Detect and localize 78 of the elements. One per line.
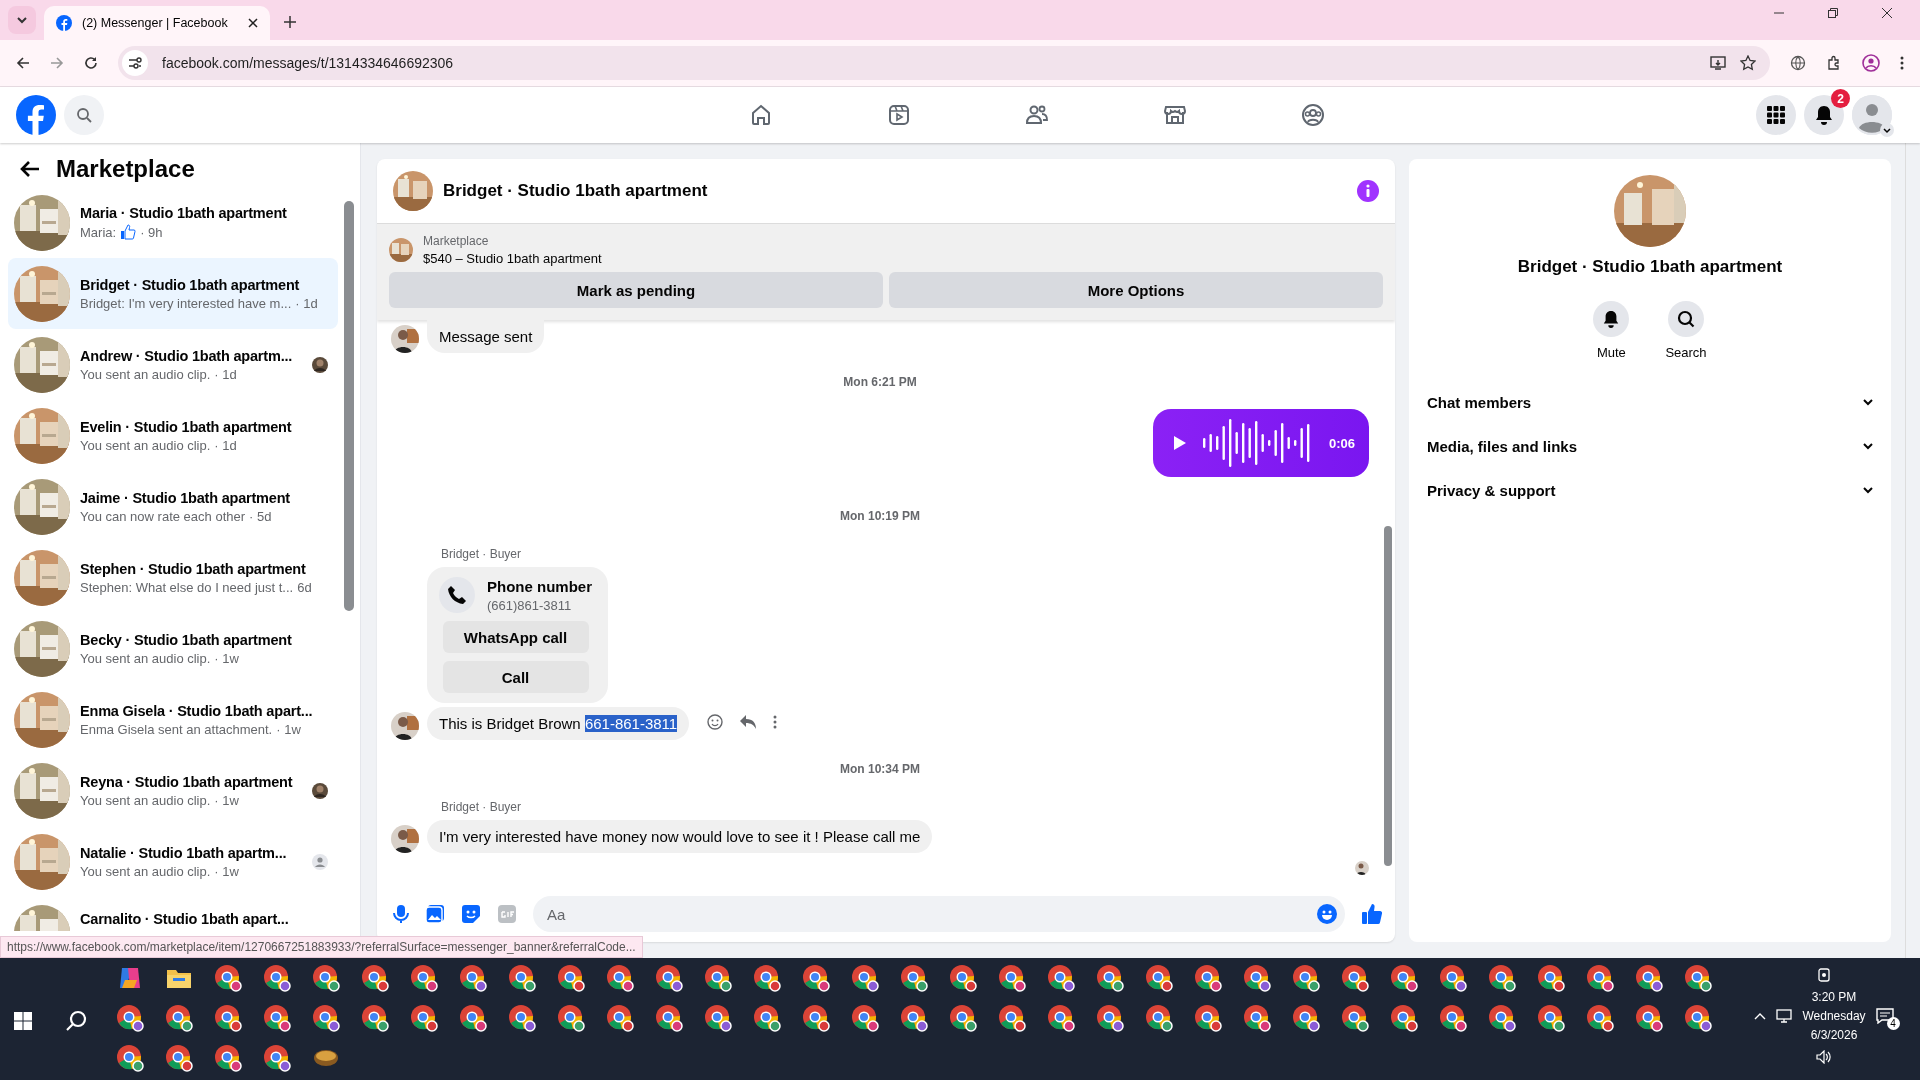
notification-badge: 2: [1831, 89, 1850, 108]
message-preview: You sent an audio clip.: [80, 863, 211, 879]
message-time: · 1d: [214, 437, 237, 453]
message-preview: Stephen: What else do I need just t...: [80, 579, 294, 595]
conversation-item[interactable]: Maria · Studio 1bath apartment Maria: · 9h: [8, 187, 338, 258]
conversation-item[interactable]: Andrew · Studio 1bath apartm... You sent an audio clip. · 1d: [8, 329, 338, 400]
message-time: 6d: [297, 579, 312, 595]
sender-label: Bridget · Buyer: [440, 799, 523, 816]
call-button[interactable]: WhatsApp call: [442, 621, 589, 653]
conversation-title: Enma Gisela · Studio 1bath apart...: [80, 702, 314, 719]
clock-time[interactable]: 3:20 PM: [1811, 990, 1857, 1004]
notification-count: 4: [1886, 1017, 1900, 1030]
clock-date[interactable]: 6/3/2026: [1810, 1028, 1858, 1042]
action-label: Mute: [1596, 345, 1626, 360]
conversation-title: Becky · Studio 1bath apartment: [80, 631, 293, 648]
conversation-title: Reyna · Studio 1bath apartment: [80, 773, 294, 790]
clock-day[interactable]: Wednesday: [1802, 1009, 1866, 1023]
section-header[interactable]: Privacy & support: [1409, 468, 1891, 512]
message-preview: You sent an audio clip.: [80, 792, 211, 808]
audio-message[interactable]: 0:06: [1152, 409, 1369, 477]
url-text: facebook.com/messages/t/1314334646692306: [162, 55, 454, 71]
conversation-title: Carnalito · Studio 1bath apart...: [80, 911, 290, 927]
message-preview: You sent an audio clip.: [80, 437, 211, 453]
conversation-item[interactable]: Enma Gisela · Studio 1bath apart... Enma Gisela sent an attachment. · 1w: [8, 684, 338, 755]
conversation-title: Jaime · Studio 1bath apartment: [80, 489, 291, 506]
message-bubble: I'm very interested have money now would love to see it ! Please call me: [427, 820, 933, 853]
message-bubble: Message sent: [427, 320, 545, 353]
message-preview: Maria:: [80, 224, 117, 240]
conversation-title: Evelin · Studio 1bath apartment: [80, 418, 293, 435]
call-button[interactable]: Call: [442, 661, 589, 693]
conversation-title: Natalie · Studio 1bath apartm...: [80, 844, 288, 861]
message-preview: You sent an audio clip.: [80, 366, 211, 382]
sender-label: Bridget · Buyer: [440, 546, 523, 563]
listing-label: Marketplace: [423, 234, 490, 248]
listing-action-button[interactable]: More Options: [889, 272, 1383, 308]
audio-duration: 0:06: [1328, 435, 1355, 451]
conversation-item[interactable]: Becky · Studio 1bath apartment You sent an audio clip. · 1w: [8, 613, 338, 684]
conversation-title: Bridget · Studio 1bath apartment: [80, 276, 301, 293]
conversation-title: Maria · Studio 1bath apartment: [80, 205, 288, 221]
address-field[interactable]: facebook.com/messages/t/1314334646692306: [118, 46, 1770, 80]
message-preview: Bridget: I'm very interested have m...: [80, 295, 292, 311]
listing-action-button[interactable]: Mark as pending: [389, 272, 883, 308]
conversation-title: Stephen · Studio 1bath apartment: [80, 560, 307, 577]
message-bubble: This is Bridget Brown 661-861-3811: [427, 707, 690, 740]
conversation-item[interactable]: Stephen · Studio 1bath apartment Stephen: What else do I need just t... 6d: [8, 542, 338, 613]
section-header[interactable]: Media, files and links: [1409, 424, 1891, 468]
message-preview: You sent an audio clip.: [80, 650, 211, 666]
browser-tab[interactable]: (2) Messenger | Facebook: [44, 6, 270, 40]
conversation-item[interactable]: Natalie · Studio 1bath apartm... You sent an audio clip. · 1w: [8, 826, 338, 897]
conversation-title: Andrew · Studio 1bath apartm...: [80, 347, 294, 364]
sidebar-title: Marketplace: [56, 155, 195, 183]
contact-title: Phone number: [487, 577, 592, 595]
message-time: · 9h: [140, 224, 163, 240]
conversation-item[interactable]: Evelin · Studio 1bath apartment You sent an audio clip. · 1d: [8, 400, 338, 471]
conversation-item[interactable]: Jaime · Studio 1bath apartment You can now rate each other · 5d: [8, 471, 338, 542]
tab-title: (2) Messenger | Facebook: [82, 16, 229, 30]
message-preview: Enma Gisela sent an attachment.: [80, 721, 273, 737]
listing-title[interactable]: $540 – Studio 1bath apartment: [423, 251, 602, 266]
message-time: · 1w: [276, 721, 301, 737]
conversation-item[interactable]: Reyna · Studio 1bath apartment You sent an audio clip. · 1w: [8, 755, 338, 826]
timestamp: Mon 10:34 PM: [839, 761, 921, 778]
phone-number: (661)861-3811: [487, 597, 573, 613]
message-time: · 1w: [214, 650, 239, 666]
message-time: · 1w: [214, 792, 239, 808]
action-label: Search: [1665, 345, 1707, 360]
timestamp: Mon 10:19 PM: [839, 508, 921, 525]
contact-name: Bridget · Studio 1bath apartment: [1517, 257, 1783, 277]
conversation-item[interactable]: Bridget · Studio 1bath apartment Bridget: I'm very interested have m... · 1d: [8, 258, 338, 329]
message-input[interactable]: Aa: [533, 896, 1345, 932]
message-time: · 1d: [214, 366, 237, 382]
section-header[interactable]: Chat members: [1409, 380, 1891, 424]
message-time: · 1d: [295, 295, 318, 311]
status-link-url: https://www.facebook.com/marketplace/item/1270667251883933/?referralSurface=messenger_banner&referralCode...: [0, 936, 643, 958]
chat-title[interactable]: Bridget · Studio 1bath apartment: [443, 181, 708, 201]
message-time: · 5d: [249, 508, 272, 524]
message-time: · 1w: [214, 863, 239, 879]
message-preview: You can now rate each other: [80, 508, 246, 524]
timestamp: Mon 6:21 PM: [842, 374, 918, 391]
